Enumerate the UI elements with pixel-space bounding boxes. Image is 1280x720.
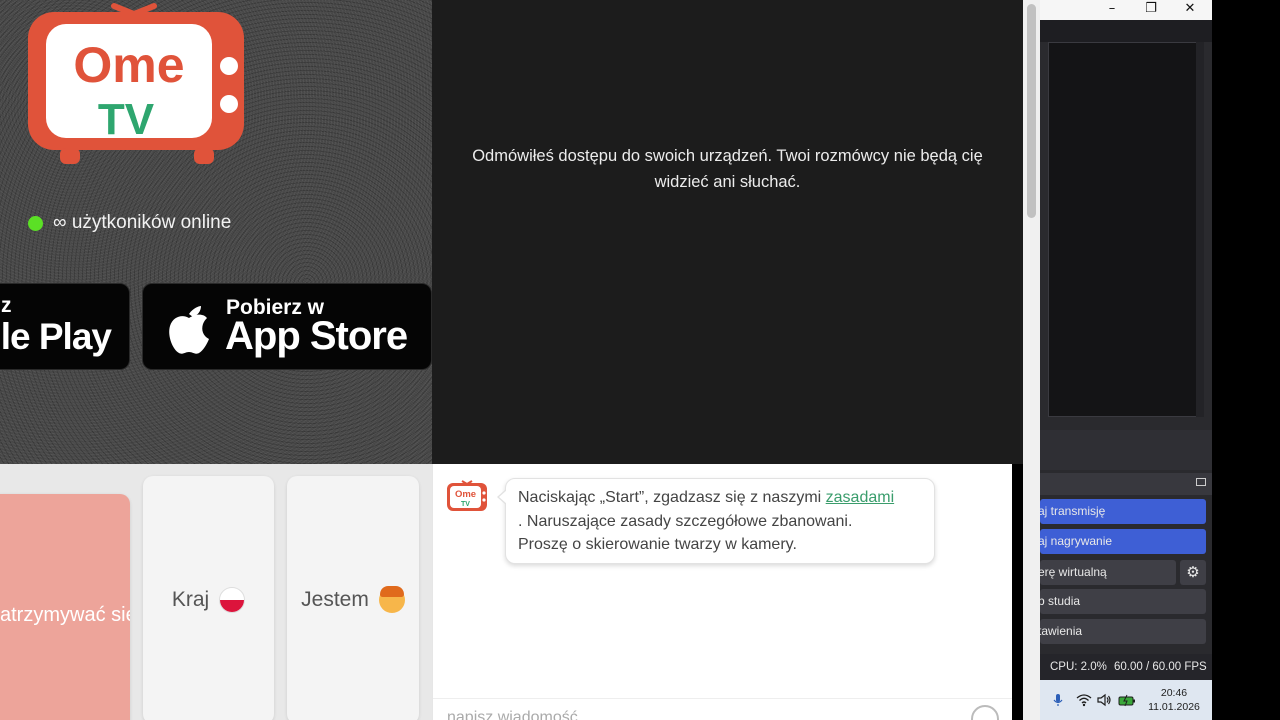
boy-face-icon xyxy=(378,586,405,613)
country-filter-label: Kraj xyxy=(171,588,210,611)
ometv-logo[interactable]: Ome TV xyxy=(26,0,246,168)
screen: Ome TV ∞ użytkoników online z gle Play P… xyxy=(0,0,1280,720)
online-status-dot xyxy=(28,215,43,231)
obs-window: – ❐ ✕ aj transmisję aj nagrywanie erę wi… xyxy=(1040,0,1212,720)
avatar-text-tv: TV xyxy=(461,501,470,508)
system-message-line3: Proszę o skierowanie twarzy w kamery. xyxy=(518,536,797,553)
offscreen-area xyxy=(1212,0,1280,720)
close-icon[interactable]: ✕ xyxy=(1176,0,1204,20)
microphone-icon[interactable] xyxy=(1050,692,1066,708)
online-users-text: ∞ użytkoników online xyxy=(53,212,232,233)
maximize-icon[interactable]: ❐ xyxy=(1137,0,1165,20)
google-play-small-text: z xyxy=(1,294,12,317)
settings-label: tawienia xyxy=(1040,624,1083,638)
start-virtual-camera-label: erę wirtualną xyxy=(1040,565,1107,579)
start-streaming-label: aj transmisję xyxy=(1040,504,1106,518)
obs-status-bar: CPU: 2.0% 60.00 / 60.00 FPS xyxy=(1040,654,1212,680)
obs-controls-dock-header xyxy=(1040,473,1212,495)
rules-link[interactable]: zasadami xyxy=(826,489,894,506)
chat-message-input[interactable] xyxy=(447,709,947,720)
page-scrollbar-thumb[interactable] xyxy=(1027,4,1036,218)
google-play-button[interactable]: z gle Play xyxy=(0,283,130,370)
gender-select-button[interactable]: Jestem xyxy=(287,476,419,720)
app-store-button[interactable]: Pobierz w App Store xyxy=(142,283,432,370)
virtual-camera-settings-gear-icon[interactable]: ⚙ xyxy=(1180,560,1206,585)
chat-input-row xyxy=(433,698,1012,720)
studio-mode-button[interactable]: b studia xyxy=(1040,589,1206,614)
studio-mode-label: b studia xyxy=(1040,594,1081,608)
device-access-message-line1: Odmówiłeś dostępu do swoich urządzeń. Tw… xyxy=(472,147,983,165)
system-message-line1: Naciskając „Start”, zgadzasz się z naszy… xyxy=(518,486,922,510)
poland-flag-icon xyxy=(219,587,246,613)
obs-titlebar: – ❐ ✕ xyxy=(1040,0,1212,20)
device-access-message: Odmówiłeś dostępu do swoich urządzeń. Tw… xyxy=(462,143,993,195)
obs-preview[interactable] xyxy=(1048,42,1204,417)
page-scrollbar[interactable] xyxy=(1023,0,1040,720)
settings-button[interactable]: tawienia xyxy=(1040,619,1206,644)
apple-icon xyxy=(169,306,209,354)
system-message-prefix: Naciskając „Start”, zgadzasz się z naszy… xyxy=(518,489,826,506)
system-clock[interactable]: 20:46 11.01.2026 xyxy=(1144,686,1204,714)
google-play-big-text: gle Play xyxy=(0,316,112,357)
app-store-big-text: App Store xyxy=(225,314,408,358)
ometv-avatar-icon: Ome TV xyxy=(447,480,487,511)
start-recording-label: aj nagrywanie xyxy=(1040,534,1113,548)
promo-panel: Ome TV ∞ użytkoników online z gle Play P… xyxy=(0,0,432,464)
fps-counter: 60.00 / 60.00 FPS xyxy=(1114,661,1207,673)
start-recording-button[interactable]: aj nagrywanie xyxy=(1040,529,1206,554)
clock-date: 11.01.2026 xyxy=(1148,701,1200,713)
logo-text-ome: Ome xyxy=(73,37,184,93)
controls-panel: atrzymywać się Kraj Jestem xyxy=(0,464,432,720)
chat-panel: Ome TV Naciskając „Start”, zgadzasz się … xyxy=(432,464,1012,720)
start-virtual-camera-button[interactable]: erę wirtualną xyxy=(1040,560,1176,585)
system-message-bubble: Naciskając „Start”, zgadzasz się z naszy… xyxy=(497,478,935,564)
minimize-icon[interactable]: – xyxy=(1098,0,1126,20)
start-button-label: atrzymywać się xyxy=(0,604,130,626)
battery-icon[interactable] xyxy=(1118,692,1136,708)
start-streaming-button[interactable]: aj transmisję xyxy=(1040,499,1206,524)
volume-icon[interactable] xyxy=(1096,692,1112,708)
cpu-usage: CPU: 2.0% xyxy=(1050,661,1107,673)
logo-text-tv: TV xyxy=(98,95,155,144)
country-filter-button[interactable]: Kraj xyxy=(143,476,274,720)
system-message-line2: . Naruszające zasady szczegółowe zbanowa… xyxy=(518,512,853,530)
obs-preview-scrollbar[interactable] xyxy=(1196,42,1204,417)
clock-time: 20:46 xyxy=(1160,687,1188,699)
avatar-text-ome: Ome xyxy=(455,489,476,500)
taskbar-tray: 20:46 11.01.2026 xyxy=(1040,680,1212,720)
wifi-icon[interactable] xyxy=(1076,692,1092,708)
start-button[interactable]: atrzymywać się xyxy=(0,494,130,720)
undock-icon[interactable] xyxy=(1196,478,1206,486)
partner-video-panel: Odmówiłeś dostępu do swoich urządzeń. Tw… xyxy=(432,0,1023,464)
online-users-indicator: ∞ użytkoników online xyxy=(28,212,231,234)
obs-menubar xyxy=(1040,20,1212,42)
device-access-message-line2: widzieć ani słuchać. xyxy=(654,173,801,191)
emoji-picker-icon[interactable] xyxy=(971,705,999,720)
gender-select-label: Jestem xyxy=(301,588,369,611)
obs-dock-area xyxy=(1040,430,1212,470)
